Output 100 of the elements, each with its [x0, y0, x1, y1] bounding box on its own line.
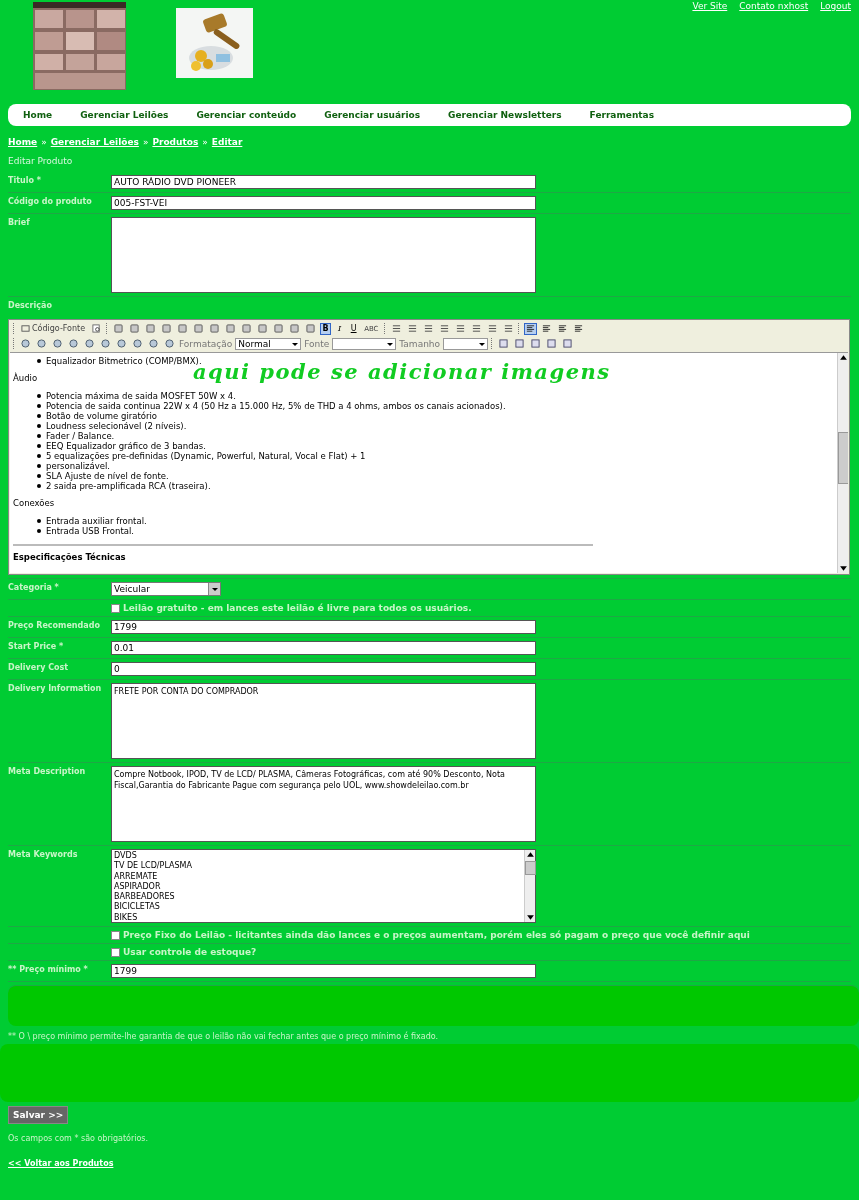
- size-dropdown[interactable]: [443, 337, 489, 350]
- format-button[interactable]: B: [320, 322, 332, 335]
- field-label: Brief: [8, 217, 31, 229]
- field-label: Delivery Cost: [8, 662, 70, 674]
- list-item-text: Botão de volume giratório: [46, 411, 158, 421]
- bullet-icon: [37, 394, 41, 398]
- list-item-text: EEQ Equalizador gráfico de 3 bandas.: [46, 441, 206, 451]
- bullet-icon: [37, 359, 41, 363]
- source-button[interactable]: Código-Fonte: [19, 322, 88, 335]
- paragraph: Àudio: [13, 373, 38, 383]
- list-item-text: 5 equalizações pre-definidas (Dynamic, Powerful, Natural, Vocal e Flat) + 1: [46, 451, 366, 461]
- keywords-listbox[interactable]: DVDS TV DE LCD/PLASMA ARREMATE ASPIRADOR BARBEADORES BICICLETAS BIKES: [111, 849, 536, 923]
- text-field[interactable]: 1799: [111, 620, 536, 634]
- text-field[interactable]: 0.01: [111, 641, 536, 655]
- field-label: Delivery Information: [8, 683, 103, 695]
- list-item-text: Fader / Balance.: [46, 431, 115, 441]
- save-button[interactable]: Salvar >>: [8, 1106, 69, 1124]
- font-dropdown[interactable]: [332, 337, 397, 350]
- text-area[interactable]: Compre Notbook, IPOD, TV de LCD/ PLASMA, Câmeras Fotográficas, com até 90% Desconto, Nota Fiscal,Garantia do Fabricante Pague com segurança pelo UOL, www.showdeleilao.com.br: [111, 766, 536, 842]
- text-area-value: FRETE POR CONTA DO COMPRADOR: [114, 686, 260, 697]
- field-label: Descrição: [8, 300, 53, 310]
- scrollbar[interactable]: [524, 850, 535, 922]
- field-label: Categoria *: [8, 582, 60, 594]
- field-label: Preço Recomendado: [8, 620, 101, 632]
- checkbox[interactable]: [111, 603, 120, 613]
- paragraph: Conexões: [13, 498, 55, 508]
- bullet-icon: [37, 434, 41, 438]
- text-area[interactable]: [111, 217, 536, 293]
- list-item-text: Entrada auxiliar frontal.: [46, 516, 147, 526]
- list-item-text: SLA Ajuste de nível de fonte.: [46, 471, 169, 481]
- bullet-icon: [37, 414, 41, 418]
- breadcrumb-separator: »: [142, 137, 149, 147]
- scrollbar[interactable]: [837, 353, 848, 573]
- toolbar-label: Formatação: [179, 338, 233, 349]
- format-button[interactable]: I: [334, 322, 346, 335]
- bullet-icon: [37, 464, 41, 468]
- list-option[interactable]: BIKES: [114, 912, 522, 924]
- checkbox[interactable]: [111, 930, 120, 940]
- text-field[interactable]: AUTO RÁDIO DVD PIONEER: [111, 175, 536, 189]
- list-item-text: Entrada USB Frontal.: [46, 526, 135, 536]
- list-option[interactable]: BARBEADORES: [114, 892, 522, 903]
- nav-item[interactable]: Ferramentas: [589, 110, 655, 120]
- bullet-icon: [37, 454, 41, 458]
- checkbox-label: Preço Fixo do Leilão - licitantes ainda dão lances e o preços aumentam, porém eles só pagam o preço que você definir aqui: [123, 930, 750, 940]
- format-button[interactable]: U: [348, 322, 360, 335]
- list-item-text: Loudness selecionável (2 níveis).: [46, 421, 187, 431]
- required-note: Os campos com * são obrigatórios.: [8, 1134, 150, 1143]
- list-option[interactable]: BICICLETAS: [114, 902, 522, 913]
- list-item-text: 2 saida pre-amplificada RCA (traseira).: [46, 481, 211, 491]
- field-label: Start Price *: [8, 641, 65, 653]
- scroll-up-icon[interactable]: [525, 850, 535, 859]
- bullet-icon: [37, 484, 41, 488]
- scroll-down-icon[interactable]: [838, 564, 848, 573]
- bullet-icon: [37, 529, 41, 533]
- checkbox[interactable]: [111, 947, 120, 957]
- field-label: Titulo *: [8, 175, 42, 187]
- scroll-up-icon[interactable]: [838, 353, 848, 362]
- checkbox-label: Leilão gratuito - em lances este leilão é livre para todos os usuários.: [123, 603, 472, 613]
- bullet-icon: [37, 519, 41, 523]
- nav-item[interactable]: Gerenciar usuários: [324, 110, 421, 120]
- list-option[interactable]: ARREMATE: [114, 871, 522, 882]
- section-heading: Especificações Técnicas: [13, 552, 127, 562]
- list-item-text: Equalizador Bitmetrico (COMP/BMX).: [46, 356, 202, 366]
- text-field[interactable]: 005-FST-VEI: [111, 196, 536, 210]
- nav-item[interactable]: Gerenciar Newsletters: [448, 110, 562, 120]
- bullet-icon: [37, 444, 41, 448]
- field-label: Meta Keywords: [8, 849, 79, 861]
- list-option[interactable]: TV DE LCD/PLASMA: [114, 861, 522, 872]
- footnote: ** O \ preço mínimo permite-lhe garantia de que o leilão não vai fechar antes que o preço mínimo é fixado.: [8, 1032, 440, 1041]
- field-label: Meta Description: [8, 766, 87, 778]
- category-dropdown[interactable]: Veicular: [111, 582, 221, 596]
- nav-item[interactable]: Home: [23, 110, 53, 120]
- toolbar-label: Fonte: [304, 338, 330, 349]
- text-area-value: Compre Notbook, IPOD, TV de LCD/ PLASMA, Câmeras Fotográficas, com até 90% Desconto, Nota Fiscal,Garantia do Fabricante Pague com segurança pelo UOL, www.showdeleilao.com.br: [114, 769, 506, 791]
- list-item-text: Potencia de saida continua 22W x 4 (50 Hz a 15.000 Hz, 5% de THD a 4 ohms, ambos os canais acionados).: [46, 401, 506, 411]
- format-dropdown[interactable]: Normal: [235, 337, 302, 350]
- list-option[interactable]: DVDS: [114, 851, 522, 862]
- bullet-icon: [37, 404, 41, 408]
- breadcrumb-separator: »: [202, 137, 208, 147]
- list-option[interactable]: ASPIRADOR: [114, 881, 522, 893]
- field-label: ** Preço mínimo *: [8, 964, 89, 976]
- bullet-icon: [37, 424, 41, 428]
- page-title: Editar Produto: [8, 156, 74, 168]
- text-field[interactable]: 1799: [111, 964, 536, 978]
- align-icon[interactable]: [523, 322, 537, 335]
- scroll-thumb[interactable]: [837, 432, 848, 484]
- toolbar-label: Tamanho: [399, 338, 441, 349]
- breadcrumb-separator: »: [41, 137, 47, 147]
- nav-item[interactable]: Gerenciar conteúdo: [196, 110, 297, 120]
- scroll-thumb[interactable]: [524, 861, 536, 875]
- checkbox-label: Usar controle de estoque?: [123, 947, 257, 957]
- bullet-icon: [37, 474, 41, 478]
- text-field[interactable]: 0: [111, 662, 536, 676]
- list-item-text: personalizável.: [46, 461, 111, 471]
- list-item-text: Potencia máxima de saida MOSFET 50W x 4.: [46, 391, 236, 401]
- field-label: Código do produto: [8, 196, 93, 208]
- scroll-down-icon[interactable]: [525, 913, 535, 922]
- text-area[interactable]: FRETE POR CONTA DO COMPRADOR: [111, 683, 536, 759]
- source-icon: [21, 324, 30, 333]
- nav-item[interactable]: Gerenciar Leilões: [80, 110, 169, 120]
